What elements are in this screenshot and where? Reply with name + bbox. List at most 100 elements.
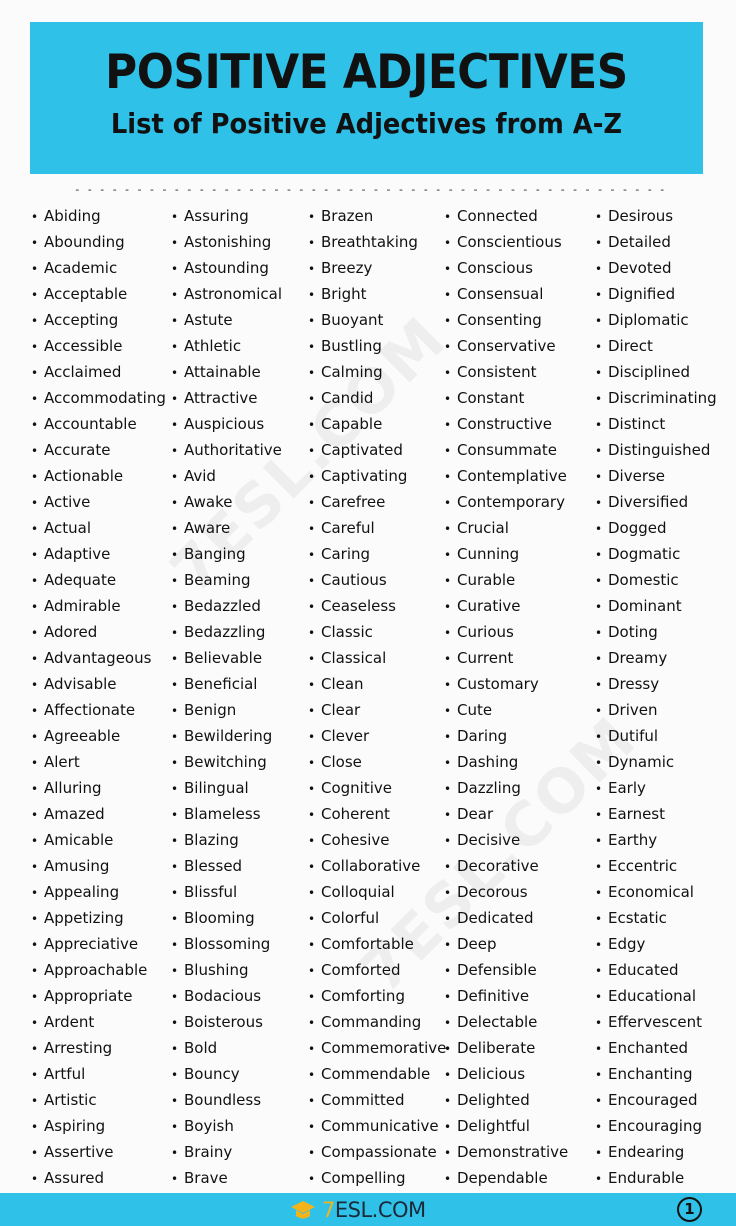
list-item: • Banging: [171, 541, 282, 567]
list-item: • Decorous: [444, 879, 568, 905]
bullet-icon: •: [31, 678, 39, 692]
bullet-icon: •: [444, 470, 452, 484]
bullet-icon: •: [171, 314, 179, 328]
list-item: • Advantageous: [31, 645, 166, 671]
list-item: • Comforting: [308, 983, 446, 1009]
list-item: • Brave: [171, 1165, 282, 1191]
bullet-icon: •: [595, 730, 603, 744]
bullet-icon: •: [308, 548, 316, 562]
adjective-text: Academic: [44, 259, 118, 277]
adjective-text: Economical: [608, 883, 694, 901]
list-item: • Disciplined: [595, 359, 717, 385]
bullet-icon: •: [31, 1068, 39, 1082]
bullet-icon: •: [31, 990, 39, 1004]
adjective-text: Accepting: [44, 311, 119, 329]
bullet-icon: •: [308, 470, 316, 484]
bullet-icon: •: [595, 574, 603, 588]
adjective-text: Boundless: [184, 1091, 262, 1109]
list-item: • Commendable: [308, 1061, 446, 1087]
adjective-text: Breathtaking: [321, 233, 418, 251]
list-item: • Curable: [444, 567, 568, 593]
bullet-icon: •: [31, 782, 39, 796]
list-item: • Dear: [444, 801, 568, 827]
adjective-text: Believable: [184, 649, 263, 667]
bullet-icon: •: [171, 210, 179, 224]
bullet-icon: •: [595, 1042, 603, 1056]
list-item: • Assured: [31, 1165, 166, 1191]
adjective-text: Caring: [321, 545, 371, 563]
list-item: • Discriminating: [595, 385, 717, 411]
bullet-icon: •: [31, 1094, 39, 1108]
bullet-icon: •: [595, 704, 603, 718]
list-item: • Attainable: [171, 359, 282, 385]
list-item: • Dominant: [595, 593, 717, 619]
bullet-icon: •: [595, 964, 603, 978]
bullet-icon: •: [444, 1172, 452, 1186]
adjective-text: Accountable: [44, 415, 137, 433]
adjective-text: Appetizing: [44, 909, 124, 927]
list-item: • Artful: [31, 1061, 166, 1087]
adjective-text: Dogmatic: [608, 545, 681, 563]
adjective-text: Earthy: [608, 831, 658, 849]
list-item: • Affectionate: [31, 697, 166, 723]
adjective-text: Dominant: [608, 597, 682, 615]
bullet-icon: •: [595, 522, 603, 536]
list-item: • Arresting: [31, 1035, 166, 1061]
site-logo[interactable]: 7ESL.COM: [290, 1197, 426, 1223]
bullet-icon: •: [308, 1094, 316, 1108]
bullet-icon: •: [308, 990, 316, 1004]
adjective-text: Diverse: [608, 467, 666, 485]
bullet-icon: •: [308, 392, 316, 406]
adjective-text: Daring: [457, 727, 508, 745]
list-item: • Actual: [31, 515, 166, 541]
bullet-icon: •: [171, 236, 179, 250]
bullet-icon: •: [444, 964, 452, 978]
adjective-text: Bewitching: [184, 753, 267, 771]
logo-seven: 7: [322, 1198, 335, 1222]
list-item: • Defensible: [444, 957, 568, 983]
adjective-text: Avid: [184, 467, 216, 485]
bullet-icon: •: [31, 340, 39, 354]
bullet-icon: •: [444, 1120, 452, 1134]
adjective-text: Authoritative: [184, 441, 282, 459]
adjective-text: Consenting: [457, 311, 542, 329]
list-item: • Aspiring: [31, 1113, 166, 1139]
list-item: • Close: [308, 749, 446, 775]
adjective-text: Amusing: [44, 857, 110, 875]
list-item: • Effervescent: [595, 1009, 717, 1035]
bullet-icon: •: [171, 678, 179, 692]
bullet-icon: •: [308, 574, 316, 588]
bullet-icon: •: [31, 444, 39, 458]
bullet-icon: •: [308, 1146, 316, 1160]
list-item: • Clever: [308, 723, 446, 749]
adjective-text: Abiding: [44, 207, 101, 225]
list-item: • Cute: [444, 697, 568, 723]
bullet-icon: •: [308, 860, 316, 874]
adjective-text: Beaming: [184, 571, 251, 589]
adjective-text: Decorous: [457, 883, 528, 901]
bullet-icon: •: [31, 574, 39, 588]
bullet-icon: •: [308, 600, 316, 614]
adjective-text: Delectable: [457, 1013, 538, 1031]
bullet-icon: •: [595, 990, 603, 1004]
list-item: • Dogmatic: [595, 541, 717, 567]
list-item: • Cunning: [444, 541, 568, 567]
list-item: • Blushing: [171, 957, 282, 983]
adjective-text: Affectionate: [44, 701, 136, 719]
list-item: • Bewildering: [171, 723, 282, 749]
adjective-text: Beneficial: [184, 675, 258, 693]
bullet-icon: •: [444, 626, 452, 640]
adjective-text: Dutiful: [608, 727, 659, 745]
list-item: • Diversified: [595, 489, 717, 515]
bullet-icon: •: [444, 340, 452, 354]
bullet-icon: •: [31, 418, 39, 432]
adjective-text: Consensual: [457, 285, 544, 303]
list-item: • Delicious: [444, 1061, 568, 1087]
bullet-icon: •: [444, 756, 452, 770]
bullet-icon: •: [31, 392, 39, 406]
bullet-icon: •: [444, 262, 452, 276]
list-item: • Astounding: [171, 255, 282, 281]
adjective-text: Discriminating: [608, 389, 717, 407]
bullet-icon: •: [308, 444, 316, 458]
adjective-column-2: • Assuring • Astonishing • Astounding • Astrono…: [171, 203, 282, 1191]
